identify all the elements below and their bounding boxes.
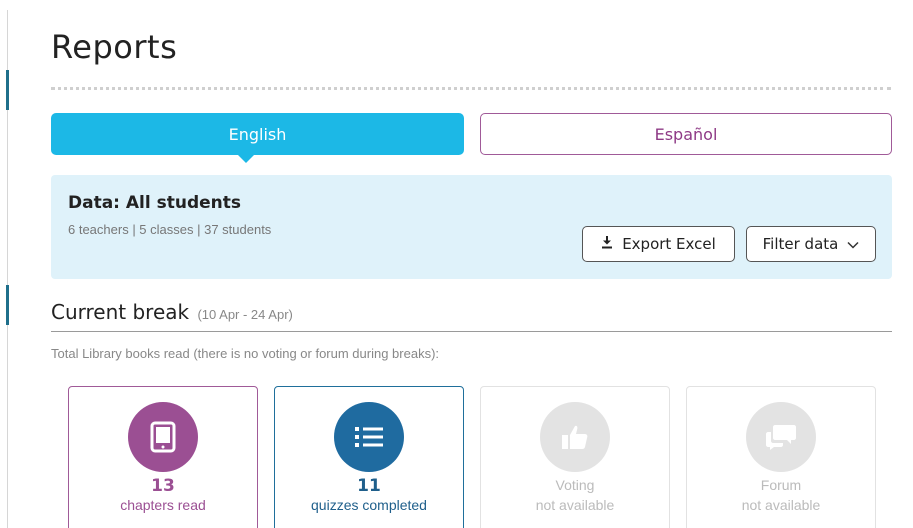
data-panel: Data: All students 6 teachers | 5 classe… bbox=[51, 175, 892, 279]
tablet-icon bbox=[128, 402, 198, 472]
list-icon bbox=[334, 402, 404, 472]
section-description: Total Library books read (there is no vo… bbox=[51, 346, 440, 361]
chevron-down-icon bbox=[847, 235, 859, 253]
stat-value: 13 bbox=[151, 476, 175, 496]
stat-card-forum: Forum not available bbox=[686, 386, 876, 528]
export-excel-button[interactable]: Export Excel bbox=[582, 226, 735, 262]
stat-label: not available bbox=[535, 497, 615, 513]
download-icon bbox=[601, 235, 613, 253]
section-title: Current break bbox=[51, 300, 190, 324]
data-title: Data: All students bbox=[68, 193, 242, 213]
stat-title: Forum bbox=[760, 477, 802, 493]
section-heading: Current break (10 Apr - 24 Apr) bbox=[51, 300, 293, 324]
stat-value: 11 bbox=[357, 476, 381, 496]
tab-espanol[interactable]: Español bbox=[480, 113, 892, 155]
chat-bubbles-icon bbox=[746, 402, 816, 472]
stat-card-chapters[interactable]: 13 chapters read bbox=[68, 386, 258, 528]
export-excel-label: Export Excel bbox=[622, 235, 716, 253]
filter-data-button[interactable]: Filter data bbox=[746, 226, 876, 262]
data-summary: 6 teachers | 5 classes | 37 students bbox=[68, 222, 272, 237]
dotted-divider bbox=[51, 87, 891, 90]
stat-label: chapters read bbox=[120, 497, 206, 513]
thumbs-up-icon bbox=[540, 402, 610, 472]
stat-title: Voting bbox=[555, 477, 595, 493]
left-accent-bar bbox=[6, 70, 9, 110]
stat-label: not available bbox=[741, 497, 821, 513]
stat-card-quizzes[interactable]: 11 quizzes completed bbox=[274, 386, 464, 528]
tab-english[interactable]: English bbox=[51, 113, 464, 163]
left-accent-bar bbox=[6, 285, 9, 325]
filter-data-label: Filter data bbox=[762, 235, 839, 253]
page-title: Reports bbox=[51, 28, 178, 66]
section-divider bbox=[51, 331, 892, 332]
date-range: (10 Apr - 24 Apr) bbox=[197, 307, 293, 322]
stat-card-voting: Voting not available bbox=[480, 386, 670, 528]
stat-label: quizzes completed bbox=[311, 497, 427, 513]
